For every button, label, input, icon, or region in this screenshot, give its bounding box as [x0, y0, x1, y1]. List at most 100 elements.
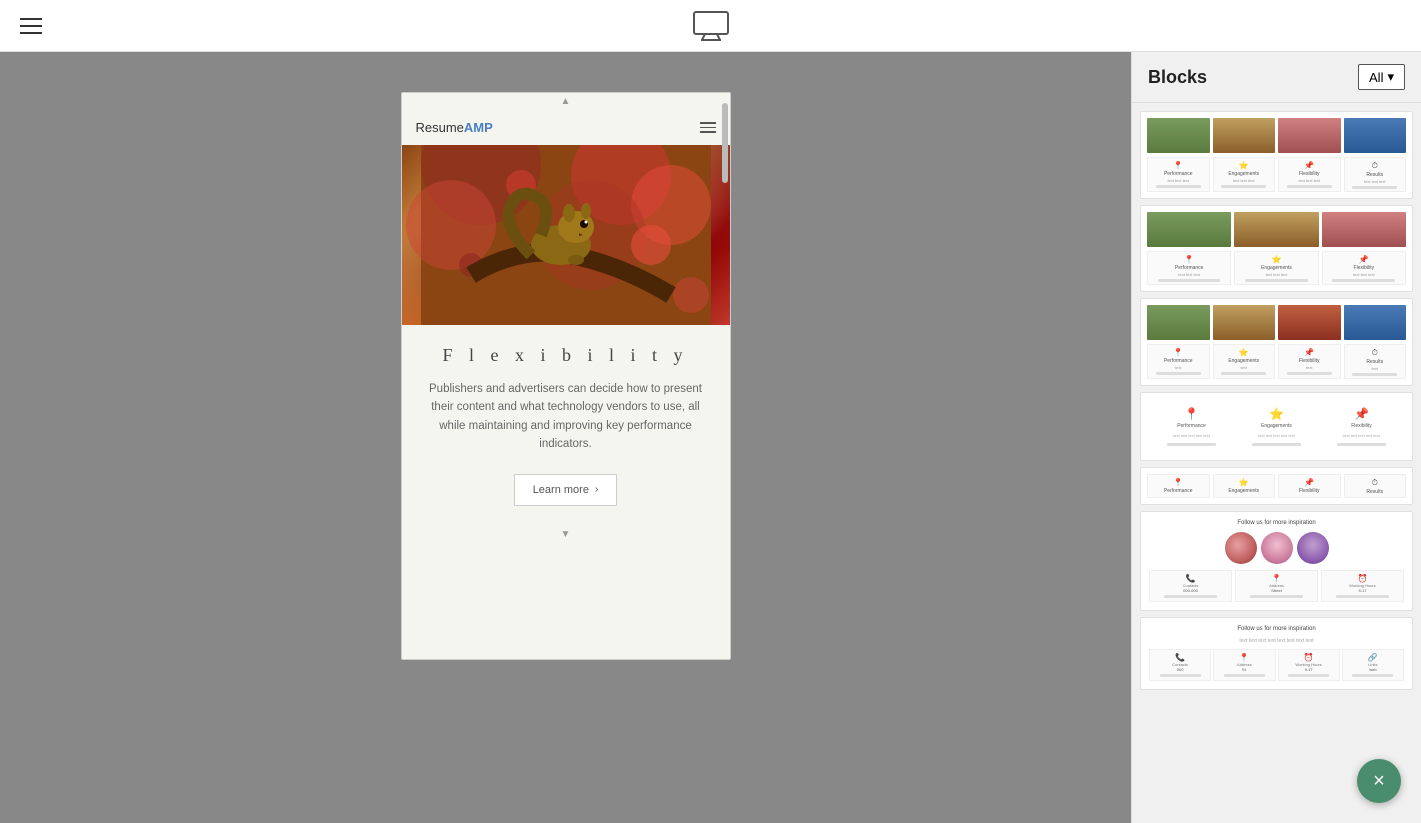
icon-row-3: 📍 Performance text ⭐ Engagements text [1147, 344, 1406, 379]
pin-icon-5: 📌 [1304, 478, 1314, 487]
dropdown-arrow-icon: ▾ [1387, 69, 1394, 85]
clock-icon-7: ⏰ [1304, 653, 1314, 662]
block-inner-5: 📍 Performance ⭐ Engagements 📌 Flexibilit… [1141, 468, 1412, 504]
learn-more-mini-2 [1221, 185, 1266, 188]
flexibility-text: text text text [1298, 178, 1320, 183]
thumb-img-pink-2 [1322, 212, 1406, 247]
engagements-label-2: Engagements [1261, 265, 1292, 271]
thumb-img-blue [1344, 118, 1407, 153]
scroll-down-arrow[interactable]: ▼ [402, 526, 730, 543]
address-btn-7 [1224, 674, 1265, 677]
hours-val: 9-17 [1358, 588, 1366, 593]
engagements-desc-4: text text text text text [1258, 433, 1295, 438]
block-card-7[interactable]: Follow us for more inspiration text text… [1140, 617, 1413, 690]
mobile-nav: ResumeAMP [402, 110, 730, 145]
icon-cell-flexibility-3: 📌 Flexibility text [1278, 344, 1341, 379]
icon-cell-engagements: ⭐ Engagements text text text [1213, 157, 1276, 192]
link-icon-7: 🔗 [1368, 653, 1378, 662]
mobile-section-title: F l e x i b i l i t y [418, 345, 714, 366]
thumb-img-forest-3 [1147, 305, 1210, 340]
flexibility-text-2: text text text [1353, 272, 1375, 277]
block-card-4[interactable]: 📍 Performance text text text text text ⭐… [1140, 392, 1413, 461]
scroll-up-arrow[interactable]: ▲ [402, 93, 730, 110]
pin-icon: 📌 [1304, 161, 1314, 170]
flexibility-label-3: Flexibility [1299, 358, 1320, 364]
contacts-val: 000-000 [1183, 588, 1198, 593]
mobile-scrollbar[interactable] [722, 93, 728, 659]
mobile-hero-image [402, 145, 730, 325]
toolbar-left [20, 18, 42, 34]
location-icon-2: 📍 [1184, 255, 1194, 264]
learn-more-mini-4 [1352, 186, 1397, 189]
mobile-menu-icon[interactable] [700, 122, 716, 133]
block-card-1[interactable]: 📍 Performance text text text ⭐ Engagemen… [1140, 111, 1413, 199]
contacts-btn-7 [1160, 674, 1201, 677]
thumb-row-2 [1147, 212, 1406, 247]
location-icon-3: 📍 [1173, 348, 1183, 357]
mobile-frame: ▲ ResumeAMP [401, 92, 731, 660]
icon-only-performance: 📍 Performance text text text text text [1151, 407, 1232, 446]
icon-cell-flexibility-5: 📌 Flexibility [1278, 474, 1341, 498]
icon-cell-results: ⏱ Results text text text [1344, 157, 1407, 192]
thumb-img-pink [1278, 118, 1341, 153]
learn-more-button[interactable]: Learn more › [514, 474, 618, 506]
icon-cell-performance: 📍 Performance text text text [1147, 157, 1210, 192]
learn-more-mini-6 [1245, 279, 1308, 282]
address-val-7: St. [1242, 667, 1247, 672]
block-inner-3: 📍 Performance text ⭐ Engagements text [1141, 299, 1412, 385]
icon-row-2: 📍 Performance text text text ⭐ Engagemen… [1147, 251, 1406, 285]
social-icon-hours: ⏰ Working Hours 9-17 [1321, 570, 1404, 602]
phone-icon-7: 📞 [1175, 653, 1185, 662]
flexibility-lbl-4: Flexibility [1351, 423, 1372, 429]
hamburger-icon[interactable] [20, 18, 42, 34]
thumb-img-red-3 [1278, 305, 1341, 340]
toolbar [0, 0, 1421, 52]
location-icon-5: 📍 [1173, 478, 1183, 487]
monitor-icon [693, 11, 729, 41]
close-button[interactable]: × [1357, 759, 1401, 803]
icon-cell-performance-5: 📍 Performance [1147, 474, 1210, 498]
icon-only-engagements: ⭐ Engagements text text text text text [1236, 407, 1317, 446]
map-icon: 📍 [1272, 574, 1282, 583]
icon-cell-flexibility: 📌 Flexibility text text text [1278, 157, 1341, 192]
mobile-description: Publishers and advertisers can decide ho… [418, 380, 714, 454]
flexibility-label: Flexibility [1299, 171, 1320, 177]
star-icon: ⭐ [1239, 161, 1249, 170]
icon-cell-performance-3: 📍 Performance text [1147, 344, 1210, 379]
all-label: All [1369, 70, 1383, 85]
icon-cell-results-3: ⏱ Results text [1344, 344, 1407, 379]
engagements-label: Engagements [1228, 171, 1259, 177]
performance-btn-4 [1167, 443, 1216, 446]
thumb-row-3 [1147, 305, 1406, 340]
block-inner-2: 📍 Performance text text text ⭐ Engagemen… [1141, 206, 1412, 291]
learn-more-mini-8 [1156, 372, 1201, 375]
hours-val-7: 9-17 [1305, 667, 1313, 672]
block-card-5[interactable]: 📍 Performance ⭐ Engagements 📌 Flexibilit… [1140, 467, 1413, 505]
thumb-img-blue-3 [1344, 305, 1407, 340]
block-card-3[interactable]: 📍 Performance text ⭐ Engagements text [1140, 298, 1413, 386]
learn-more-mini-5 [1158, 279, 1221, 282]
thumb-img-autumn [1213, 118, 1276, 153]
icon-row-1: 📍 Performance text text text ⭐ Engagemen… [1147, 157, 1406, 192]
social-4-row: 📞 Contacts 000 📍 Address St. ⏰ [1149, 649, 1404, 681]
block-card-2[interactable]: 📍 Performance text text text ⭐ Engagemen… [1140, 205, 1413, 292]
performance-text-2: text text text [1178, 272, 1200, 277]
mobile-logo: ResumeAMP [416, 120, 493, 135]
icon-cell-engagements-3: ⭐ Engagements text [1213, 344, 1276, 379]
social-icon-row: 📞 Contacts 000-000 📍 Address Street [1149, 570, 1404, 602]
icon-cell-performance-2: 📍 Performance text text text [1147, 251, 1231, 285]
flexibility-desc-4: text text text text text [1343, 433, 1380, 438]
preview-area: ▲ ResumeAMP [0, 52, 1131, 823]
performance-label-3: Performance [1164, 358, 1193, 364]
contacts-btn [1164, 595, 1218, 598]
thumb-row-1 [1147, 118, 1406, 153]
block-card-6[interactable]: Follow us for more inspiration 📞 Contact… [1140, 511, 1413, 611]
performance-label-2: Performance [1175, 265, 1204, 271]
main-area: ▲ ResumeAMP [0, 52, 1421, 823]
all-filter-button[interactable]: All ▾ [1358, 64, 1405, 90]
block-inner-6: Follow us for more inspiration 📞 Contact… [1141, 512, 1412, 610]
results-label-3: Results [1366, 359, 1383, 365]
thumb-img-autumn-2 [1234, 212, 1318, 247]
performance-text-3: text [1175, 365, 1181, 370]
map-icon-7: 📍 [1239, 653, 1249, 662]
